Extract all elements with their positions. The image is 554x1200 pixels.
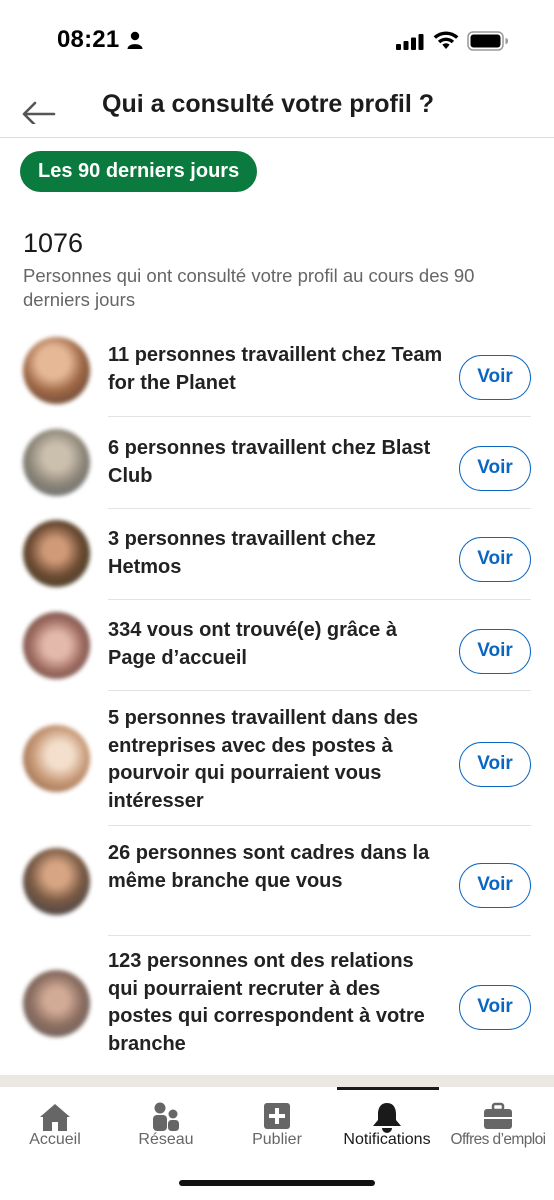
post-icon bbox=[264, 1103, 290, 1129]
home-indicator[interactable] bbox=[179, 1180, 375, 1186]
list-item[interactable]: 6 personnes travaillent chez Blast Club … bbox=[0, 428, 554, 508]
divider bbox=[108, 599, 531, 600]
voir-button[interactable]: Voir bbox=[459, 355, 531, 400]
list-item-text: 5 personnes travaillent dans des entrepr… bbox=[108, 707, 419, 812]
list-item[interactable]: 26 personnes sont cadres dans la même br… bbox=[0, 839, 554, 935]
network-icon bbox=[153, 1102, 179, 1131]
header: Qui a consulté votre profil ? bbox=[0, 84, 554, 138]
tab-label: Offres d’emploi bbox=[450, 1131, 547, 1148]
avatar bbox=[23, 725, 90, 792]
list-item-text: 123 personnes ont des relations qui pour… bbox=[108, 950, 425, 1055]
list-item[interactable]: 11 personnes travaillent chez Team for t… bbox=[0, 337, 554, 417]
voir-button[interactable]: Voir bbox=[459, 863, 531, 908]
tab-reseau[interactable]: Réseau bbox=[110, 1095, 222, 1163]
tab-label: Accueil bbox=[29, 1131, 81, 1148]
divider bbox=[108, 825, 531, 826]
list-item-text: 3 personnes travaillent chez Hetmos bbox=[108, 528, 376, 578]
tab-notifications[interactable]: Notifications bbox=[334, 1095, 440, 1163]
avatar bbox=[23, 612, 90, 679]
tab-offres-emploi[interactable]: Offres d’emploi bbox=[442, 1095, 554, 1163]
active-tab-indicator bbox=[337, 1087, 439, 1090]
divider bbox=[108, 935, 531, 936]
status-bar: 08:21 bbox=[0, 0, 554, 84]
tab-publier[interactable]: Publier bbox=[222, 1095, 332, 1163]
list-item[interactable]: 5 personnes travaillent dans des entrepr… bbox=[0, 703, 554, 823]
date-filter-pill[interactable]: Les 90 derniers jours bbox=[20, 151, 258, 192]
avatar bbox=[23, 848, 90, 915]
list-item-text: 26 personnes sont cadres dans la même br… bbox=[108, 842, 430, 892]
list-item-text: 6 personnes travaillent chez Blast Club bbox=[108, 437, 431, 487]
divider bbox=[108, 508, 531, 509]
tab-accueil[interactable]: Accueil bbox=[0, 1095, 110, 1163]
list-item[interactable]: 3 personnes travaillent chez Hetmos Voir bbox=[0, 520, 554, 600]
viewer-count: 1076 bbox=[23, 228, 84, 258]
divider bbox=[108, 416, 531, 417]
divider bbox=[108, 690, 531, 691]
voir-button[interactable]: Voir bbox=[459, 742, 531, 787]
section-separator bbox=[0, 1075, 554, 1087]
person-icon bbox=[127, 31, 143, 49]
tab-label: Notifications bbox=[343, 1131, 431, 1148]
avatar bbox=[23, 970, 90, 1037]
voir-button[interactable]: Voir bbox=[459, 446, 531, 491]
list-item[interactable]: 123 personnes ont des relations qui pour… bbox=[0, 947, 554, 1069]
wifi-icon bbox=[433, 31, 459, 49]
tab-label: Réseau bbox=[138, 1131, 194, 1148]
voir-button[interactable]: Voir bbox=[459, 985, 531, 1030]
list-item-text: 11 personnes travaillent chez Team for t… bbox=[108, 344, 443, 394]
signal-icon bbox=[396, 34, 424, 50]
voir-button[interactable]: Voir bbox=[459, 629, 531, 674]
home-icon bbox=[40, 1104, 70, 1131]
bell-icon bbox=[373, 1103, 401, 1133]
list-item-text: 334 vous ont trouvé(e) grâce à Page d’ac… bbox=[108, 619, 397, 669]
page-title: Qui a consulté votre profil ? bbox=[102, 90, 434, 118]
briefcase-icon bbox=[484, 1102, 512, 1129]
viewer-count-description: Personnes qui ont consulté votre profil … bbox=[23, 265, 475, 310]
battery-icon bbox=[467, 31, 508, 51]
avatar bbox=[23, 337, 90, 404]
status-time: 08:21 bbox=[57, 26, 120, 53]
voir-button[interactable]: Voir bbox=[459, 537, 531, 582]
avatar bbox=[23, 429, 90, 496]
list-item[interactable]: 334 vous ont trouvé(e) grâce à Page d’ac… bbox=[0, 612, 554, 692]
back-arrow-icon[interactable] bbox=[20, 92, 60, 124]
avatar bbox=[23, 520, 90, 587]
tab-label: Publier bbox=[252, 1131, 302, 1148]
